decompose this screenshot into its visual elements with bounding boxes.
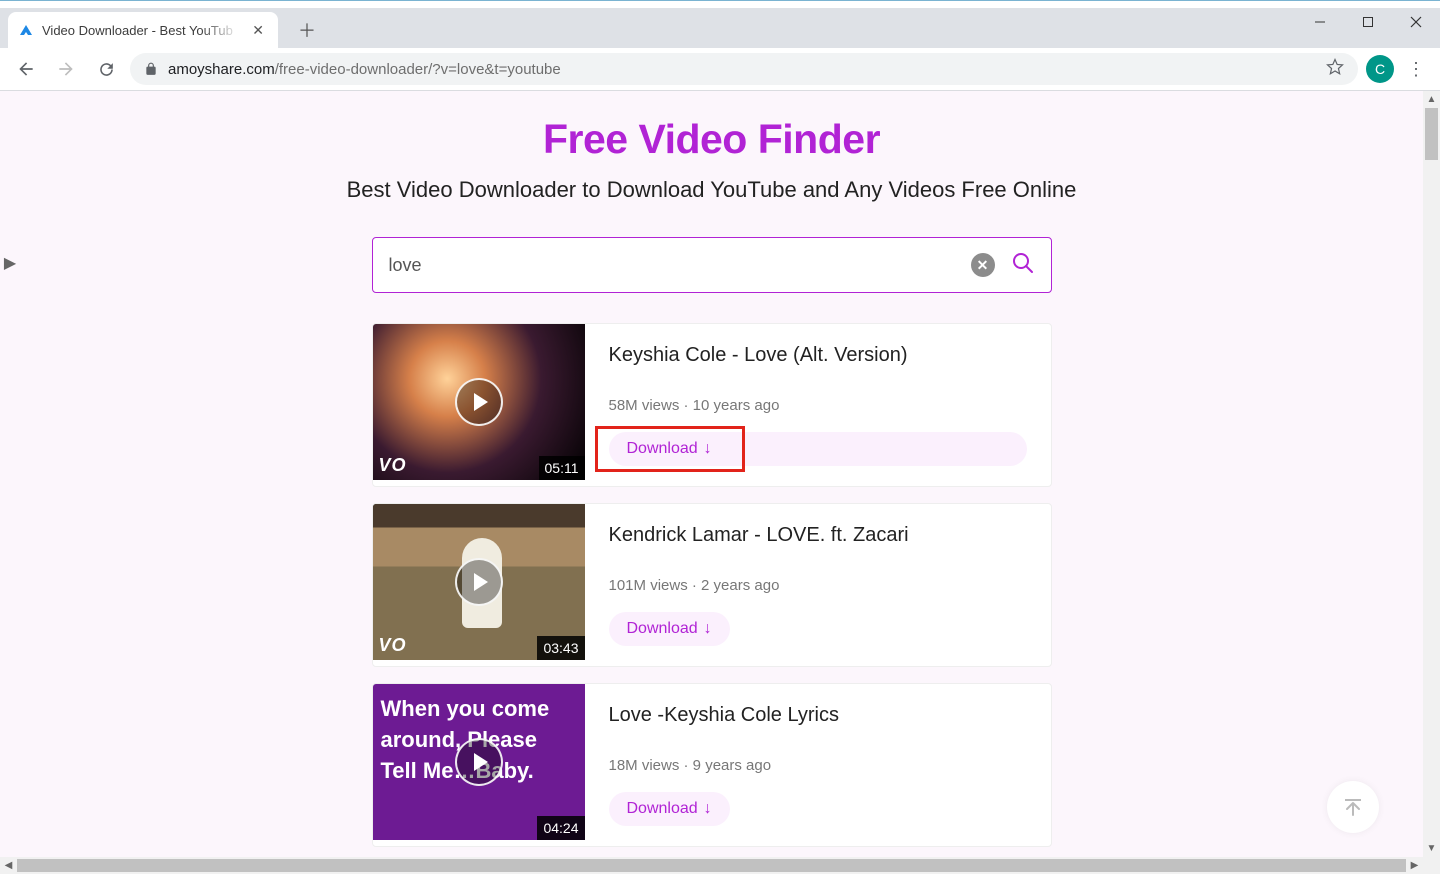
address-bar[interactable]: amoyshare.com/free-video-downloader/?v=l… (130, 53, 1358, 85)
video-meta: 101M views · 2 years ago (609, 577, 1027, 594)
url-text: amoyshare.com/free-video-downloader/?v=l… (168, 61, 561, 78)
result-card: VO 03:43 Kendrick Lamar - LOVE. ft. Zaca… (372, 503, 1052, 667)
browser-menu-button[interactable]: ⋮ (1402, 55, 1430, 83)
download-label: Download (627, 800, 698, 818)
annotation-highlight (595, 426, 745, 472)
forward-button[interactable] (50, 53, 82, 85)
tab-title: Video Downloader - Best YouTub (42, 23, 240, 38)
play-icon (455, 558, 503, 606)
video-meta: 58M views · 10 years ago (609, 397, 1027, 414)
search-box: ✕ (372, 237, 1052, 293)
video-thumbnail[interactable]: VO 03:43 (373, 504, 585, 660)
search-input[interactable] (389, 255, 955, 276)
video-title[interactable]: Keyshia Cole - Love (Alt. Version) (609, 344, 1027, 367)
page-heading: Free Video Finder (543, 116, 880, 163)
download-label: Download (627, 620, 698, 638)
search-icon[interactable] (1011, 251, 1035, 280)
browser-tab[interactable]: Video Downloader - Best YouTub ✕ (8, 12, 278, 48)
site-favicon (18, 22, 34, 38)
scroll-to-top-button[interactable] (1327, 781, 1379, 833)
video-duration: 04:24 (537, 816, 584, 840)
maximize-button[interactable] (1344, 6, 1392, 38)
video-duration: 05:11 (539, 456, 585, 480)
video-thumbnail[interactable]: When you come around, Please Tell Me…Bab… (373, 684, 585, 840)
video-duration: 03:43 (537, 636, 584, 660)
vertical-scrollbar[interactable]: ▲ ▼ (1423, 91, 1440, 857)
play-icon (455, 738, 503, 786)
vertical-scrollbar-thumb[interactable] (1425, 108, 1438, 160)
result-card: VO 05:11 Keyshia Cole - Love (Alt. Versi… (372, 323, 1052, 487)
download-arrow-icon: ↓ (704, 800, 712, 818)
play-icon (455, 378, 503, 426)
result-card: When you come around, Please Tell Me…Bab… (372, 683, 1052, 847)
results-list: VO 05:11 Keyshia Cole - Love (Alt. Versi… (372, 323, 1052, 847)
video-meta: 18M views · 9 years ago (609, 757, 1027, 774)
scroll-right-arrow-icon[interactable]: ▶ (1406, 857, 1423, 874)
video-title[interactable]: Kendrick Lamar - LOVE. ft. Zacari (609, 524, 1027, 547)
download-button[interactable]: Download ↓ (609, 612, 730, 646)
back-button[interactable] (10, 53, 42, 85)
clear-search-icon[interactable]: ✕ (971, 253, 995, 277)
side-panel-handle[interactable]: ▶ (0, 251, 20, 275)
profile-avatar[interactable]: C (1366, 55, 1394, 83)
download-arrow-icon: ↓ (704, 620, 712, 638)
avatar-letter: C (1375, 61, 1385, 77)
scroll-up-arrow-icon[interactable]: ▲ (1423, 91, 1440, 108)
close-window-button[interactable] (1392, 6, 1440, 38)
scroll-left-arrow-icon[interactable]: ◀ (0, 857, 17, 874)
lock-icon (144, 62, 158, 76)
window-controls (1296, 6, 1440, 38)
tab-strip: Video Downloader - Best YouTub ✕ ＋ (0, 8, 1440, 48)
page-subheading: Best Video Downloader to Download YouTub… (347, 177, 1077, 203)
download-button[interactable]: Download ↓ (609, 792, 730, 826)
new-tab-button[interactable]: ＋ (292, 15, 322, 45)
vevo-badge: VO (373, 451, 413, 480)
page-content: ▶ Free Video Finder Best Video Downloade… (0, 91, 1423, 857)
browser-toolbar: amoyshare.com/free-video-downloader/?v=l… (0, 48, 1440, 91)
vevo-badge: VO (373, 631, 413, 660)
video-title[interactable]: Love -Keyshia Cole Lyrics (609, 704, 1027, 727)
close-tab-icon[interactable]: ✕ (248, 18, 268, 43)
url-host: amoyshare.com (168, 61, 275, 78)
window-titlebar (0, 0, 1440, 8)
horizontal-scrollbar[interactable]: ◀ ▶ (0, 857, 1440, 874)
scroll-down-arrow-icon[interactable]: ▼ (1423, 840, 1440, 857)
scrollbar-corner (1423, 857, 1440, 874)
video-thumbnail[interactable]: VO 05:11 (373, 324, 585, 480)
bookmark-star-icon[interactable] (1326, 58, 1344, 80)
minimize-button[interactable] (1296, 6, 1344, 38)
reload-button[interactable] (90, 53, 122, 85)
horizontal-scrollbar-thumb[interactable] (17, 859, 1406, 872)
url-path: /free-video-downloader/?v=love&t=youtube (275, 61, 561, 78)
